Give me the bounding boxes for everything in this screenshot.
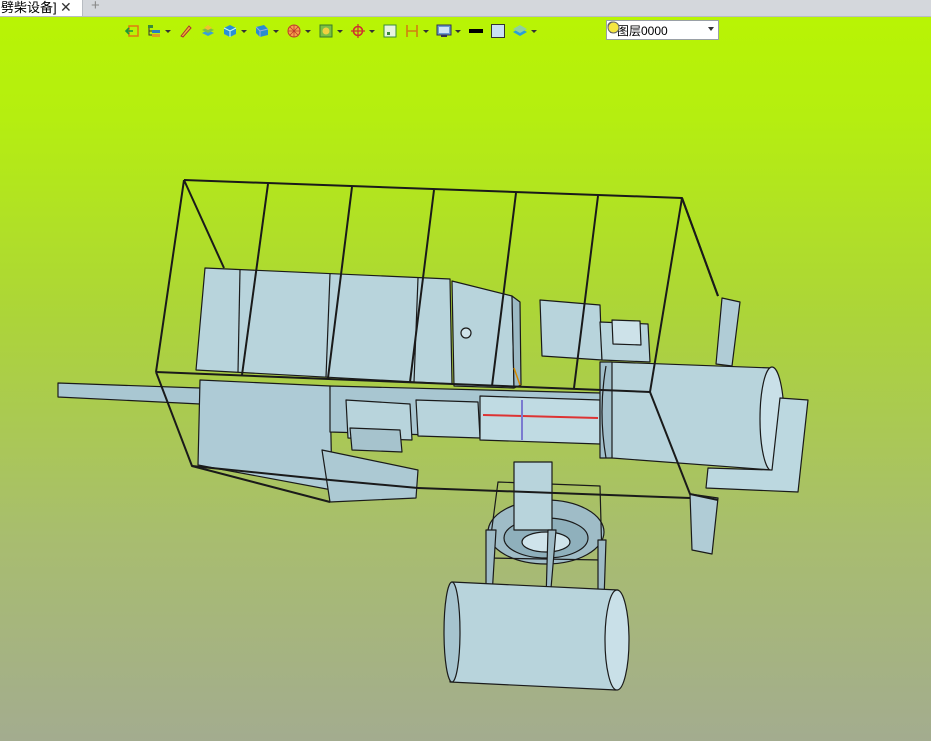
hydraulic-tank xyxy=(609,361,773,471)
roller-cylinder xyxy=(449,581,619,691)
view-toolbar xyxy=(124,20,544,42)
frame-select-icon[interactable] xyxy=(382,23,398,39)
close-icon[interactable]: ✕ xyxy=(60,0,72,15)
render-mode-icon[interactable] xyxy=(286,23,302,39)
storage-box-top xyxy=(195,267,453,385)
engine-block xyxy=(539,299,603,361)
dimension-dropdown-icon[interactable] xyxy=(422,23,430,39)
display-settings-icon[interactable] xyxy=(436,23,452,39)
document-tab[interactable]: 劈柴设备] ✕ xyxy=(0,0,83,16)
section-view-icon[interactable] xyxy=(318,23,334,39)
document-tab-bar: 劈柴设备] ✕ + xyxy=(0,0,931,17)
dimension-icon[interactable] xyxy=(404,23,420,39)
exit-sketch-icon[interactable] xyxy=(124,23,140,39)
tab-title: 劈柴设备] xyxy=(1,0,57,15)
section-view-dropdown-icon[interactable] xyxy=(336,23,344,39)
fill-color-icon[interactable] xyxy=(490,23,506,39)
view-orient-dropdown-icon[interactable] xyxy=(272,23,280,39)
line-color-icon[interactable] xyxy=(468,23,484,39)
left-shaft xyxy=(57,382,201,405)
solid-box-icon[interactable] xyxy=(222,23,238,39)
pencil-icon[interactable] xyxy=(178,23,194,39)
snap-target-dropdown-icon[interactable] xyxy=(368,23,376,39)
layer-name: 图层0000 xyxy=(617,23,668,38)
stack-icon[interactable] xyxy=(200,23,216,39)
render-mode-dropdown-icon[interactable] xyxy=(304,23,312,39)
view-orient-icon[interactable] xyxy=(254,23,270,39)
layer-manager-icon[interactable] xyxy=(512,23,528,39)
chevron-down-icon[interactable] xyxy=(708,27,714,31)
layer-manager-dropdown-icon[interactable] xyxy=(530,23,538,39)
add-tab-icon[interactable]: + xyxy=(91,0,100,14)
3d-viewport[interactable]: 图层0000 xyxy=(0,17,931,741)
model-render xyxy=(57,179,809,691)
feature-tree-dropdown-icon[interactable] xyxy=(164,23,172,39)
solid-box-dropdown-icon[interactable] xyxy=(240,23,248,39)
snap-target-icon[interactable] xyxy=(350,23,366,39)
layer-select[interactable]: 图层0000 xyxy=(606,20,719,40)
feature-tree-icon[interactable] xyxy=(146,23,162,39)
display-settings-dropdown-icon[interactable] xyxy=(454,23,462,39)
